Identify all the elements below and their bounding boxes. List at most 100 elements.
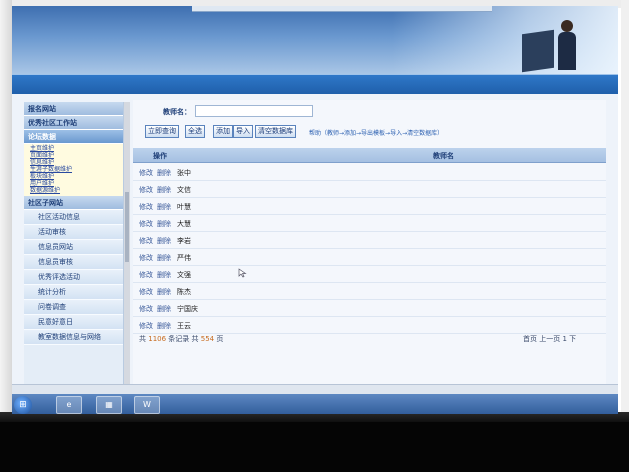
pages-prefix: 共 [191,335,199,343]
clear-database-button[interactable]: 清空数据库 [255,125,296,138]
add-button[interactable]: 添加 [213,125,233,138]
site-banner [12,6,618,74]
edit-link[interactable]: 修改 [139,236,153,246]
monitor-base [0,422,629,472]
sidebar-subitem[interactable]: 用户维护 [30,180,123,187]
help-hint[interactable]: 帮助（教师→添加→导出模板→导入→清空数据库） [309,128,443,137]
teacher-search-input[interactable] [195,105,313,117]
table-row: 修改 删除 文强 [133,266,606,283]
edit-link[interactable]: 修改 [139,304,153,314]
taskbar-app-word-icon[interactable]: W [134,396,160,414]
delete-link[interactable]: 删除 [157,168,171,178]
sidebar-scroll-thumb[interactable] [125,192,129,262]
start-button-icon[interactable]: ⊞ [14,396,32,414]
edit-link[interactable]: 修改 [139,185,153,195]
sidebar-subitem[interactable]: 页面维护 [30,152,123,159]
edit-link[interactable]: 修改 [139,202,153,212]
browser-status-bar [12,384,618,394]
edit-link[interactable]: 修改 [139,168,153,178]
monitor-bezel-left [0,0,12,472]
edit-link[interactable]: 修改 [139,321,153,331]
sidebar-section-registration[interactable]: 报名网站 [24,102,123,116]
edit-link[interactable]: 修改 [139,287,153,297]
total-suffix: 条记录 [168,335,190,343]
edit-link[interactable]: 修改 [139,253,153,263]
table-row: 修改 删除 叶慧 [133,198,606,215]
sidebar-subitem[interactable]: 生涯子数据维护 [30,166,123,173]
teacher-name: 陈杰 [177,288,191,296]
sidebar-item[interactable]: 统计分析 [24,285,123,300]
sidebar-item[interactable]: 信息员审核 [24,255,123,270]
teacher-name: 大慧 [177,220,191,228]
table-row: 修改 删除 严伟 [133,249,606,266]
import-button[interactable]: 导入 [233,125,253,138]
taskbar-app-explorer-icon[interactable]: ▦ [96,396,122,414]
table-header: 操作 教师名 [133,148,606,163]
search-label: 教师名： [163,108,191,116]
person-torso [558,32,576,70]
sidebar-section-workstation[interactable]: 优秀社区工作站 [24,116,123,130]
search-button[interactable]: 立即查询 [145,125,179,138]
sidebar-item[interactable]: 社区活动信息 [24,210,123,225]
delete-link[interactable]: 删除 [157,304,171,314]
banner-person-graphic [557,20,577,70]
mouse-cursor-icon [238,268,247,278]
delete-link[interactable]: 删除 [157,321,171,331]
teacher-name: 宁国庆 [177,305,198,313]
sidebar-item[interactable]: 信息员网站 [24,240,123,255]
select-all-button[interactable]: 全选 [185,125,205,138]
screen: 报名网站 优秀社区工作站 论坛数据 主页维护 页面维护 信息维护 生涯子数据维护… [12,6,618,414]
pagination-info: 共 1106 条记录 共 554 页 [139,334,223,344]
table-row: 修改 删除 张中 [133,164,606,181]
column-header-operation: 操作 [153,152,167,160]
sidebar-subitem[interactable]: 信息维护 [30,159,123,166]
table-row: 修改 删除 宁国庆 [133,300,606,317]
delete-link[interactable]: 删除 [157,202,171,212]
sidebar-subitem[interactable]: 主页维护 [30,145,123,152]
sidebar-scrollbar[interactable] [124,102,130,390]
sidebar-item[interactable]: 问卷调查 [24,300,123,315]
delete-link[interactable]: 删除 [157,219,171,229]
banner-glow [392,6,618,74]
sidebar: 报名网站 优秀社区工作站 论坛数据 主页维护 页面维护 信息维护 生涯子数据维护… [24,102,124,390]
table-row: 修改 删除 李岩 [133,232,606,249]
teacher-name: 文强 [177,271,191,279]
table-row: 修改 删除 大慧 [133,215,606,232]
sidebar-sublist: 主页维护 页面维护 信息维护 生涯子数据维护 板块维护 用户维护 数据源维护 [24,144,123,196]
delete-link[interactable]: 删除 [157,185,171,195]
main-panel: 教师名： 立即查询 全选 添加 导入 清空数据库 帮助（教师→添加→导出模板→导… [133,100,606,392]
sidebar-section-forum-data[interactable]: 论坛数据 [24,130,123,144]
search-row: 教师名： [133,104,606,120]
sidebar-subitem[interactable]: 数据源维护 [30,187,123,194]
sidebar-item[interactable]: 民意好意日 [24,315,123,330]
delete-link[interactable]: 删除 [157,253,171,263]
teacher-name: 文信 [177,186,191,194]
person-head [561,20,573,32]
pagination-nav[interactable]: 首页 上一页 1 下 [523,334,576,344]
teacher-name: 叶慧 [177,203,191,211]
sidebar-subitem[interactable]: 板块维护 [30,173,123,180]
banner-monitor-graphic [522,29,554,73]
sidebar-item[interactable]: 活动审核 [24,225,123,240]
sidebar-item[interactable]: 优秀评选活动 [24,270,123,285]
total-records: 1106 [148,335,167,343]
teacher-name: 王云 [177,322,191,330]
delete-link[interactable]: 删除 [157,270,171,280]
pages-suffix: 页 [216,335,224,343]
delete-link[interactable]: 删除 [157,236,171,246]
column-header-teacher-name: 教师名 [433,152,454,160]
delete-link[interactable]: 删除 [157,287,171,297]
teacher-name: 严伟 [177,254,191,262]
teacher-name: 李岩 [177,237,191,245]
edit-link[interactable]: 修改 [139,219,153,229]
table-row: 修改 删除 文信 [133,181,606,198]
sidebar-item[interactable]: 教室数据信息与网络 [24,330,123,345]
pagination: 共 1106 条记录 共 554 页 首页 上一页 1 下 [133,332,606,346]
taskbar: ⊞ e ▦ W [12,394,618,414]
toolbar: 立即查询 全选 添加 导入 清空数据库 帮助（教师→添加→导出模板→导入→清空数… [133,124,606,140]
total-prefix: 共 [139,335,146,343]
edit-link[interactable]: 修改 [139,270,153,280]
taskbar-app-browser-icon[interactable]: e [56,396,82,414]
sidebar-section-community[interactable]: 社区子网站 [24,196,123,210]
total-pages: 554 [200,335,215,343]
